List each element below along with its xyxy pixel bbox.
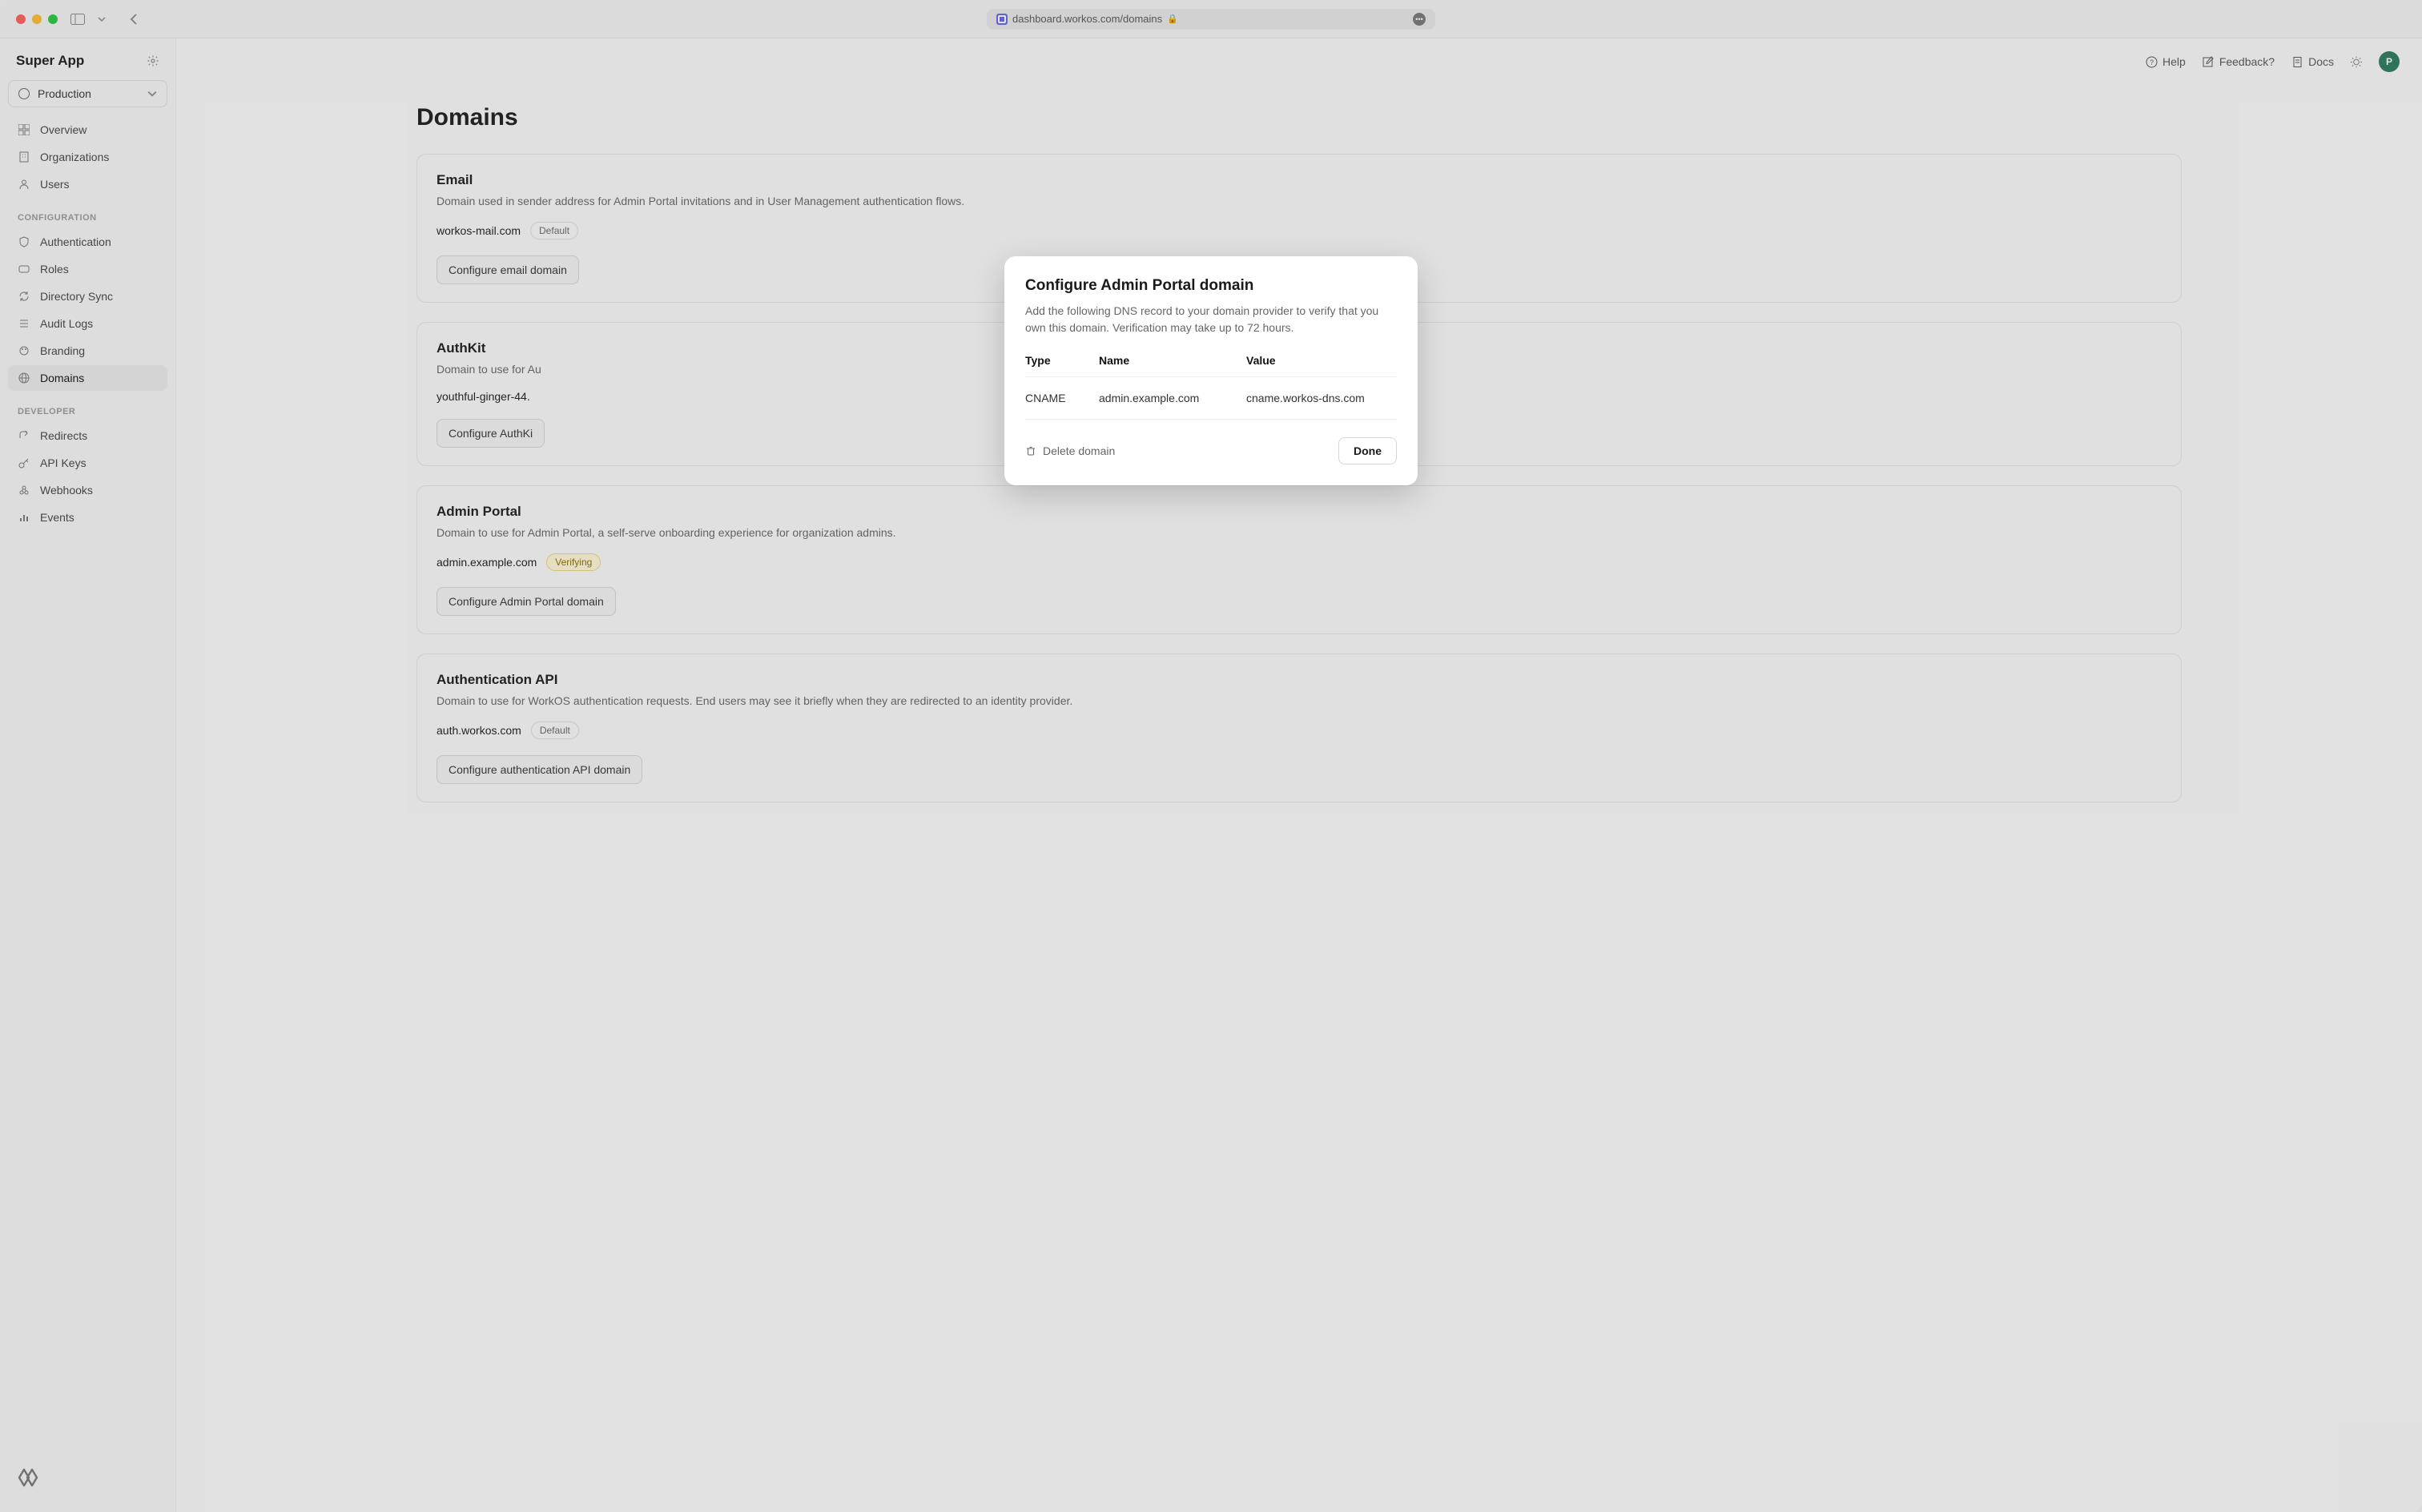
dns-record-name: admin.example.com	[1099, 392, 1246, 404]
dns-header-value: Value	[1246, 354, 1397, 367]
modal-overlay[interactable]: Configure Admin Portal domain Add the fo…	[0, 0, 2422, 1512]
dns-record-type: CNAME	[1025, 392, 1099, 404]
done-button[interactable]: Done	[1338, 437, 1397, 464]
trash-icon	[1025, 445, 1036, 456]
dns-header-name: Name	[1099, 354, 1246, 367]
delete-domain-button[interactable]: Delete domain	[1025, 444, 1115, 457]
dns-header-type: Type	[1025, 354, 1099, 367]
configure-domain-modal: Configure Admin Portal domain Add the fo…	[1004, 256, 1418, 485]
dns-table: Type Name Value CNAME admin.example.com …	[1025, 354, 1397, 420]
modal-title: Configure Admin Portal domain	[1025, 277, 1397, 295]
modal-subtitle: Add the following DNS record to your dom…	[1025, 303, 1397, 336]
dns-record-value: cname.workos-dns.com	[1246, 392, 1397, 404]
dns-record-row: CNAME admin.example.com cname.workos-dns…	[1025, 377, 1397, 420]
